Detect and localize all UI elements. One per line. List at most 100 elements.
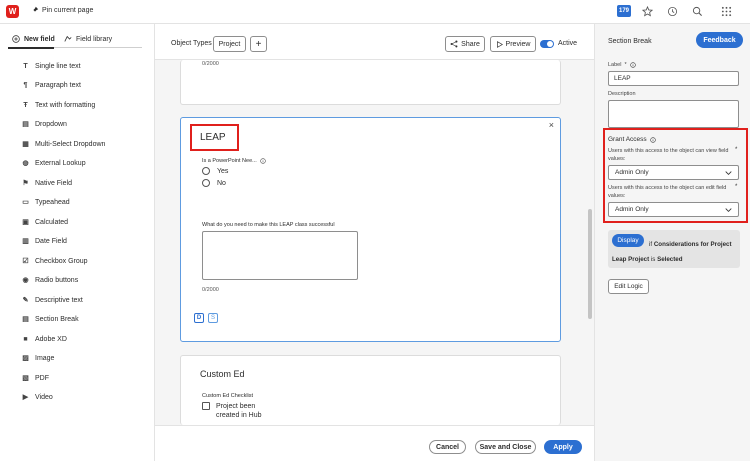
add-object-type-button[interactable]: + (250, 36, 267, 52)
field-type-label: PDF (35, 374, 49, 382)
feedback-button[interactable]: Feedback (696, 32, 743, 48)
search-icon[interactable] (690, 4, 704, 18)
skip-logic-chip[interactable]: S (208, 313, 218, 323)
field-type-label: Typeahead (35, 198, 70, 206)
chevron-down-icon (725, 208, 732, 213)
checkbox[interactable] (202, 402, 210, 410)
star-icon[interactable] (640, 4, 654, 18)
save-and-close-button[interactable]: Save and Close (475, 440, 536, 454)
field-type-text-with-formatting[interactable]: Ŧ Text with formatting (22, 99, 95, 111)
cancel-button[interactable]: Cancel (429, 440, 466, 454)
checklist-label: Custom Ed Checklist (202, 393, 254, 399)
section-break-card-leap[interactable]: × LEAP Is a PowerPoint Nee... Yes No Wha… (180, 117, 561, 342)
form-toolbar: Object Types Project + Share Preview Act… (155, 24, 594, 60)
checkbox-label: Project been created in Hub (216, 403, 262, 419)
adobe-xd-icon: ■ (23, 335, 28, 343)
field-type-video[interactable]: ▶ Video (22, 391, 53, 403)
radio-option-no[interactable]: No (202, 179, 226, 187)
field-type-pdf[interactable]: ▧ PDF (22, 372, 49, 384)
field-type-label: Image (35, 354, 55, 362)
required-mark: * (735, 147, 738, 153)
pin-label: Pin current page (42, 6, 94, 14)
field-type-calculated[interactable]: ▣ Calculated (22, 216, 68, 228)
radio-label: Yes (217, 167, 229, 175)
section-title: Custom Ed (200, 369, 245, 379)
field-type-adobe-xd[interactable]: ■ Adobe XD (22, 333, 67, 345)
view-access-select[interactable]: Admin Only (608, 165, 739, 180)
field-type-checkbox-group[interactable]: ☑ Checkbox Group (22, 255, 88, 267)
apply-button[interactable]: Apply (544, 440, 582, 454)
canvas-scrollbar[interactable] (588, 209, 592, 319)
tab-field-library[interactable]: Field library (64, 35, 112, 43)
display-logic-text: if Considerations for Project Leap Proje… (612, 237, 736, 267)
display-logic-chip[interactable]: D (194, 313, 204, 323)
required-mark: * (735, 184, 738, 190)
field-type-image[interactable]: ▨ Image (22, 352, 54, 364)
description-caption: Description (608, 91, 636, 97)
field-type-label: Single line text (35, 62, 81, 70)
edit-logic-button[interactable]: Edit Logic (608, 279, 649, 294)
workfront-logo[interactable]: W (6, 5, 19, 18)
object-types-label: Object Types (171, 40, 212, 47)
field-type-label: Dropdown (35, 120, 67, 128)
field-type-section-break[interactable]: ▤ Section Break (22, 313, 78, 325)
tab-new-field[interactable]: New field (12, 35, 55, 43)
field-type-radio-buttons[interactable]: ◉ Radio buttons (22, 274, 78, 286)
pin-current-page-button[interactable]: Pin current page (31, 6, 93, 14)
edit-access-select[interactable]: Admin Only (608, 202, 739, 217)
history-icon[interactable] (665, 4, 679, 18)
share-button[interactable]: Share (445, 36, 485, 52)
logic-value: Selected (657, 256, 683, 263)
field-type-label: Checkbox Group (35, 257, 88, 265)
object-type-project-chip[interactable]: Project (213, 36, 246, 52)
share-label: Share (461, 40, 480, 48)
field-type-descriptive-text[interactable]: ✎ Descriptive text (22, 294, 83, 306)
field-type-paragraph-text[interactable]: ¶ Paragraph text (22, 79, 81, 91)
notification-count-badge[interactable]: 179 (617, 5, 631, 17)
info-icon (629, 62, 636, 68)
apps-grid-icon[interactable] (719, 4, 733, 18)
field-type-typeahead[interactable]: ▭ Typeahead (22, 196, 70, 208)
question-1-label: Is a PowerPoint Nee... (202, 158, 266, 164)
previous-field-card[interactable]: 0/2000 (180, 60, 561, 105)
field-type-multi-select-dropdown[interactable]: ▦ Multi-Select Dropdown (22, 138, 105, 150)
calculator-icon: ▣ (22, 219, 29, 226)
description-textarea[interactable] (608, 100, 739, 128)
label-caption: Label * (608, 62, 636, 68)
section-break-card-custom-ed[interactable]: Custom Ed Custom Ed Checklist Project be… (180, 355, 561, 425)
form-canvas: Object Types Project + Share Preview Act… (155, 24, 594, 461)
field-type-date-field[interactable]: ▥ Date Field (22, 235, 67, 247)
radio-circle[interactable] (202, 167, 210, 175)
field-type-label: Date Field (35, 237, 67, 245)
view-access-value: Admin Only (615, 169, 649, 176)
field-type-external-lookup[interactable]: ◍ External Lookup (22, 157, 86, 169)
logic-if: if (649, 241, 653, 248)
close-icon[interactable]: × (549, 120, 554, 130)
descriptive-text-icon: ✎ (22, 297, 29, 304)
text-t-icon: T (23, 62, 28, 70)
question-2-textarea[interactable] (202, 231, 358, 280)
active-toggle[interactable] (540, 40, 554, 48)
checklist-item[interactable]: Project been created in Hub (202, 402, 271, 420)
field-type-label: Adobe XD (35, 335, 67, 343)
field-type-dropdown[interactable]: ▤ Dropdown (22, 118, 67, 130)
section-break-icon: ▤ (22, 316, 29, 323)
field-type-native-field[interactable]: ⚑ Native Field (22, 177, 72, 189)
active-label: Active (558, 40, 578, 47)
form-footer: Cancel Save and Close Apply (155, 425, 594, 461)
library-icon (64, 35, 72, 42)
section-title: LEAP (200, 132, 226, 143)
globe-icon: ◍ (22, 160, 29, 167)
grant-access-title: Grant Access (608, 136, 656, 143)
radio-circle[interactable] (202, 179, 210, 187)
label-input[interactable]: LEAP (608, 71, 739, 86)
dropdown-icon: ▤ (22, 121, 29, 128)
preview-button[interactable]: Preview (490, 36, 536, 52)
radio-option-yes[interactable]: Yes (202, 167, 228, 175)
palette-tabs: New field Field library (8, 34, 142, 49)
question-2-label: What do you need to make this LEAP class… (202, 222, 335, 228)
field-type-single-line-text[interactable]: T Single line text (22, 60, 81, 72)
calendar-icon: ▥ (22, 238, 29, 245)
field-type-label: Radio buttons (35, 276, 79, 284)
field-type-label: External Lookup (35, 159, 86, 167)
